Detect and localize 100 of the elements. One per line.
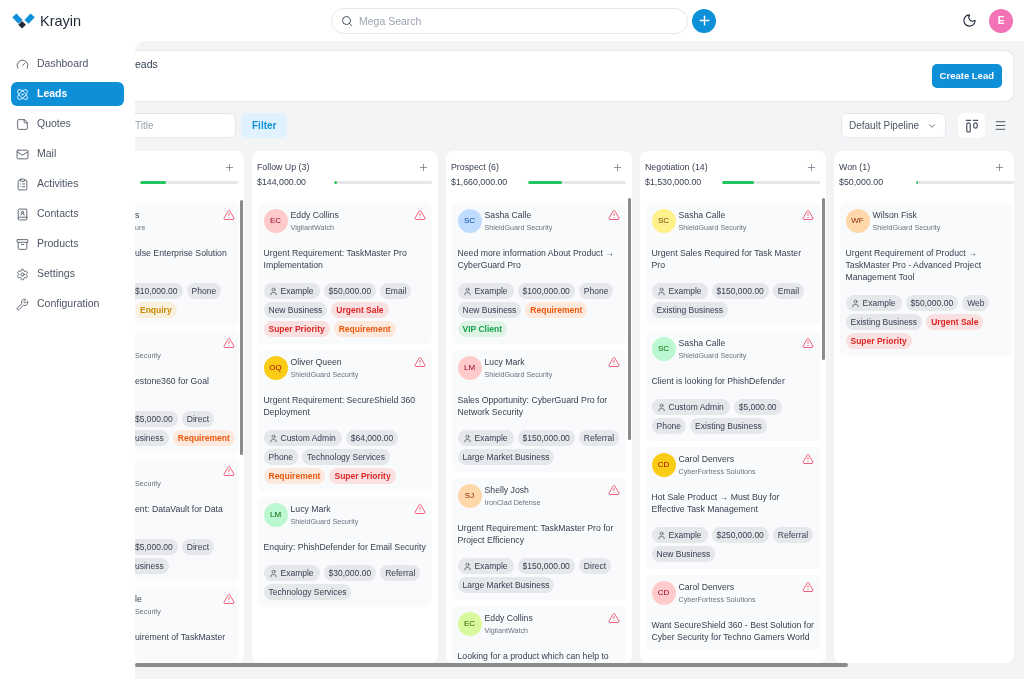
moon-icon[interactable]: [962, 13, 977, 28]
plus-icon[interactable]: [806, 161, 817, 173]
info-tag: $250,000.00: [711, 527, 769, 543]
info-tag: Phone: [186, 283, 222, 299]
info-tag: Direct: [181, 411, 215, 427]
info-tag: Existing Business: [845, 314, 923, 330]
lead-title: Client is looking for PhishDefender: [651, 375, 786, 387]
owner-name: Example: [862, 298, 896, 308]
contact-name: Lucy Mark: [290, 503, 332, 515]
contact-avatar: EC: [263, 209, 288, 233]
column-title: Prospect (6): [451, 161, 499, 173]
info-tag: Direct: [181, 539, 215, 555]
contact-avatar: CD: [651, 453, 676, 477]
info-tag: Large Market Business: [457, 577, 555, 593]
info-tag: $50,000.00: [905, 295, 959, 311]
clipboard-list-icon: [16, 177, 29, 191]
search-field[interactable]: Mega Search: [331, 7, 688, 34]
person-icon: [462, 286, 472, 296]
kanban-view-button[interactable]: [958, 113, 985, 138]
contact-name: Sasha Calle: [484, 209, 533, 221]
sidebar-item[interactable]: Mail: [11, 142, 124, 166]
info-tag: $50,000.00: [323, 283, 377, 299]
kanban-icon: [964, 118, 979, 133]
owner-name: Example: [668, 530, 702, 540]
info-tag: Large Market Business: [457, 449, 555, 465]
contact-name: Oliver Queen: [290, 356, 343, 368]
label-tag: Enquiry: [135, 302, 177, 318]
atom-icon: [16, 87, 29, 101]
label-tag: Requirement: [172, 430, 235, 446]
info-tag: $150,000.00: [711, 283, 769, 299]
lead-title: Need more information About Product → CyberGuard Pro: [457, 247, 615, 271]
lead-title: Urgent Requirement of Product → TaskMaster Pro - Advanced Project Management Tool: [845, 247, 983, 283]
person-icon: [656, 286, 666, 296]
contact-avatar: EC: [457, 612, 482, 636]
lead-title: Enquiry: PhishDefender for Email Security: [263, 541, 427, 553]
contact-book-icon: [16, 207, 29, 221]
contact-name: Sasha Calle: [678, 209, 727, 221]
label-tag: VIP Client: [457, 321, 508, 337]
lead-title: ulse Enterprise Solution: [135, 247, 228, 260]
info-tag: Direct: [578, 558, 612, 574]
person-icon: [268, 433, 278, 443]
lead-title: Sales Opportunity: CyberGuard Pro for Network Security: [457, 394, 609, 418]
column-amount: $1,660,000.00: [451, 176, 508, 188]
sidebar-item[interactable]: Dashboard: [11, 52, 124, 76]
search-icon: [341, 14, 353, 27]
label-tag: Super Priority: [329, 468, 396, 484]
pipeline-select[interactable]: Default Pipeline: [841, 113, 946, 138]
contact-name: Shelly Josh: [484, 484, 530, 496]
label-tag: Urgent Sale: [926, 314, 984, 330]
contact-name: Sasha Calle: [678, 337, 727, 349]
plus-icon[interactable]: [224, 161, 235, 173]
info-tag: $5,000.00: [135, 539, 178, 555]
contact-avatar: CD: [651, 581, 676, 605]
label-tag: Requirement: [525, 302, 588, 318]
info-tag: New Business: [263, 302, 328, 318]
menu-icon[interactable]: [994, 119, 1007, 132]
contact-name: Lucy Mark: [484, 356, 526, 368]
person-icon: [268, 568, 278, 578]
info-tag: New Business: [651, 546, 716, 562]
lead-title: uirement of TaskMaster: [135, 631, 227, 644]
plus-icon[interactable]: [418, 161, 429, 173]
sidebar-item[interactable]: Contacts: [11, 202, 124, 226]
info-tag: $5,000.00: [135, 411, 178, 427]
contact-avatar: OQ: [263, 356, 288, 380]
lead-title: Hot Sale Product → Must Buy for Effective Task Management: [651, 491, 781, 515]
sidebar-item[interactable]: Configuration: [11, 292, 124, 316]
lead-title: Want SecureShield 360 - Best Solution for Cyber Security for Techno Gamers World: [651, 619, 815, 643]
lead-title: Looking for a product which can help to: [457, 650, 610, 662]
label-tag: Requirement: [263, 468, 326, 484]
scrollbar-thumb[interactable]: [240, 200, 243, 455]
contact-avatar: LM: [457, 356, 482, 380]
settings-icon: [16, 267, 29, 281]
contact-avatar: SJ: [457, 484, 482, 508]
owner-name: Example: [280, 286, 314, 296]
horizontal-scrollbar[interactable]: [135, 663, 848, 667]
scrollbar-thumb[interactable]: [628, 198, 631, 440]
sidebar-item[interactable]: Activities: [11, 172, 124, 196]
person-icon: [462, 561, 472, 571]
contact-name: Carol Denvers: [678, 581, 736, 593]
sidebar-item[interactable]: Quotes: [11, 112, 124, 136]
info-tag: Email: [772, 283, 805, 299]
mail-icon: [16, 147, 29, 161]
lead-title: ent: DataVault for Data: [135, 503, 224, 516]
add-button[interactable]: [692, 8, 716, 33]
info-tag: usiness: [135, 558, 169, 574]
person-icon: [656, 402, 666, 412]
info-tag: $30,000.00: [323, 565, 377, 581]
info-tag: New Business: [457, 302, 522, 318]
plus-icon[interactable]: [994, 161, 1005, 173]
info-tag: Phone: [651, 418, 687, 434]
sidebar-item[interactable]: Settings: [11, 262, 124, 286]
plus-icon: [696, 13, 712, 28]
lead-title: Urgent Requirement: SecureShield 360 Deployment: [263, 394, 417, 418]
scrollbar-thumb[interactable]: [822, 198, 825, 360]
plus-icon[interactable]: [612, 161, 623, 173]
sidebar-item[interactable]: Products: [11, 232, 124, 256]
label-tag: Super Priority: [263, 321, 330, 337]
title-search-field[interactable]: Title: [135, 113, 236, 138]
info-tag: Web: [962, 295, 990, 311]
info-tag: Existing Business: [690, 418, 767, 434]
